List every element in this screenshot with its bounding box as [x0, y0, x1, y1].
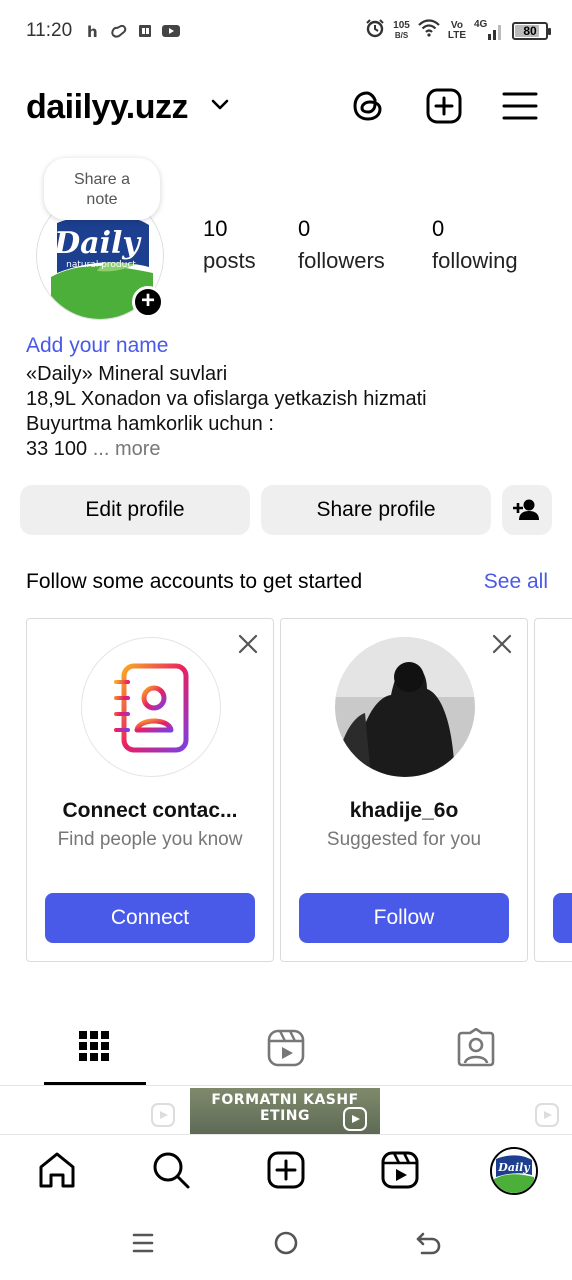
posts-grid: FORMATNI KASHF ETING — [0, 1088, 572, 1134]
h-app-icon: h — [84, 22, 102, 40]
share-profile-button[interactable]: Share profile — [261, 485, 491, 535]
suggestions-header: Follow some accounts to get started See … — [26, 570, 548, 594]
bio-more-link[interactable]: ... more — [93, 438, 161, 460]
card-subtitle: Suggested for you — [326, 829, 482, 850]
alarm-icon — [365, 18, 385, 43]
add-person-icon — [513, 499, 539, 520]
system-navigation — [0, 1204, 572, 1280]
svg-text:Daily: Daily — [497, 1161, 531, 1174]
net-speed-value: 105 — [393, 19, 410, 31]
create-post-icon[interactable] — [424, 86, 464, 126]
recent-apps-icon[interactable] — [128, 1228, 158, 1258]
svg-text:Daily: Daily — [53, 226, 142, 261]
card-subtitle: Find people you know — [57, 829, 243, 850]
create-icon[interactable] — [265, 1149, 307, 1191]
bio-line: 18,9L Xonadon va ofislarga yetkazish hiz… — [26, 388, 427, 410]
see-all-link[interactable]: See all — [484, 570, 548, 594]
bio-line: Buyurtma hamkorlik uchun : — [26, 413, 274, 435]
home-icon[interactable] — [36, 1149, 78, 1191]
profile-actions: Edit profile Share profile — [20, 485, 552, 535]
content-tabs — [0, 1020, 572, 1086]
bottom-navigation: Daily — [0, 1134, 572, 1204]
reel-badge-icon — [342, 1106, 368, 1134]
battery-level: 80 — [523, 23, 537, 38]
stat-posts[interactable]: 10 posts — [203, 216, 256, 274]
followers-label: followers — [298, 248, 385, 273]
net-speed-unit: B/S — [394, 30, 409, 40]
reels-icon[interactable] — [266, 1028, 306, 1068]
discover-people-button[interactable] — [502, 485, 552, 535]
suggestion-card-user: khadije_6o Suggested for you Follow — [280, 618, 528, 962]
connect-button[interactable]: Connect — [45, 893, 255, 943]
bio-line: «Daily» Mineral suvlari — [26, 363, 228, 385]
tagged-icon[interactable] — [456, 1027, 496, 1068]
search-icon[interactable] — [150, 1149, 192, 1191]
notification-icons: h — [84, 22, 180, 40]
posts-count: 10 — [203, 216, 228, 241]
grid-icon[interactable] — [76, 1028, 116, 1068]
active-tab-indicator — [44, 1082, 146, 1085]
reel-badge-icon — [150, 1102, 176, 1128]
profile-tab-avatar[interactable]: Daily — [490, 1147, 538, 1195]
username-switcher[interactable]: daiilyy.uzz — [26, 88, 189, 127]
battery-indicator: 80 — [512, 21, 551, 40]
svg-text:natural product: natural product — [66, 260, 136, 270]
add-name-link[interactable]: Add your name — [26, 334, 556, 358]
youtube-icon — [162, 22, 180, 40]
net-speed: 105 B/S — [393, 19, 410, 41]
add-story-icon[interactable]: + — [132, 286, 164, 318]
profile-bio: Add your name «Daily» Mineral suvlari 18… — [26, 334, 556, 462]
chevron-down-icon[interactable] — [210, 98, 230, 117]
signal-icon: 4G — [474, 19, 504, 41]
status-time: 11:20 — [26, 20, 73, 41]
reel-badge-icon — [534, 1102, 560, 1128]
back-icon[interactable] — [414, 1228, 444, 1258]
wifi-icon — [418, 19, 440, 42]
suggestions-title: Follow some accounts to get started — [26, 570, 363, 593]
status-bar: 11:20 h 105 B/S Vo LTE 4G 80 — [0, 0, 572, 64]
post-thumbnail[interactable]: FORMATNI KASHF ETING — [190, 1088, 380, 1134]
menu-icon[interactable] — [500, 86, 540, 126]
book-app-icon — [136, 22, 154, 40]
contacts-book-icon — [81, 637, 221, 777]
bio-phone: 33 100 — [26, 438, 88, 460]
note-line-1: Share a — [73, 171, 131, 188]
card-title: khadije_6o — [349, 799, 459, 822]
posts-label: posts — [203, 248, 256, 273]
system-indicators: 105 B/S Vo LTE 4G 80 — [365, 18, 551, 43]
link-app-icon — [110, 22, 128, 40]
followers-count: 0 — [298, 216, 311, 241]
following-count: 0 — [432, 216, 445, 241]
suggestion-card-peek — [534, 618, 572, 962]
follow-button[interactable]: Follow — [299, 893, 509, 943]
stat-following[interactable]: 0 following — [432, 216, 518, 274]
profile-header: daiilyy.uzz — [0, 80, 572, 140]
close-icon[interactable] — [491, 633, 513, 655]
threads-icon[interactable] — [348, 86, 388, 126]
close-icon[interactable] — [237, 633, 259, 655]
reels-nav-icon[interactable] — [379, 1149, 421, 1191]
svg-text:h: h — [87, 23, 98, 39]
card-title: Connect contac... — [62, 799, 238, 822]
user-avatar[interactable] — [335, 637, 475, 777]
volte-top: Vo — [450, 19, 463, 31]
bio-line-last: 33 100 ... more — [26, 437, 556, 462]
stat-followers[interactable]: 0 followers — [298, 216, 385, 274]
suggestion-card-contacts: Connect contac... Find people you know C… — [26, 618, 274, 962]
volte-indicator: Vo LTE — [447, 19, 466, 41]
note-line-2: note — [86, 191, 118, 208]
share-note-bubble[interactable]: Share a note — [44, 158, 160, 220]
following-label: following — [432, 248, 518, 273]
home-button-icon[interactable] — [271, 1228, 301, 1258]
edit-profile-button[interactable]: Edit profile — [20, 485, 250, 535]
follow-button-peek[interactable] — [553, 893, 572, 943]
volte-bottom: LTE — [447, 29, 466, 41]
